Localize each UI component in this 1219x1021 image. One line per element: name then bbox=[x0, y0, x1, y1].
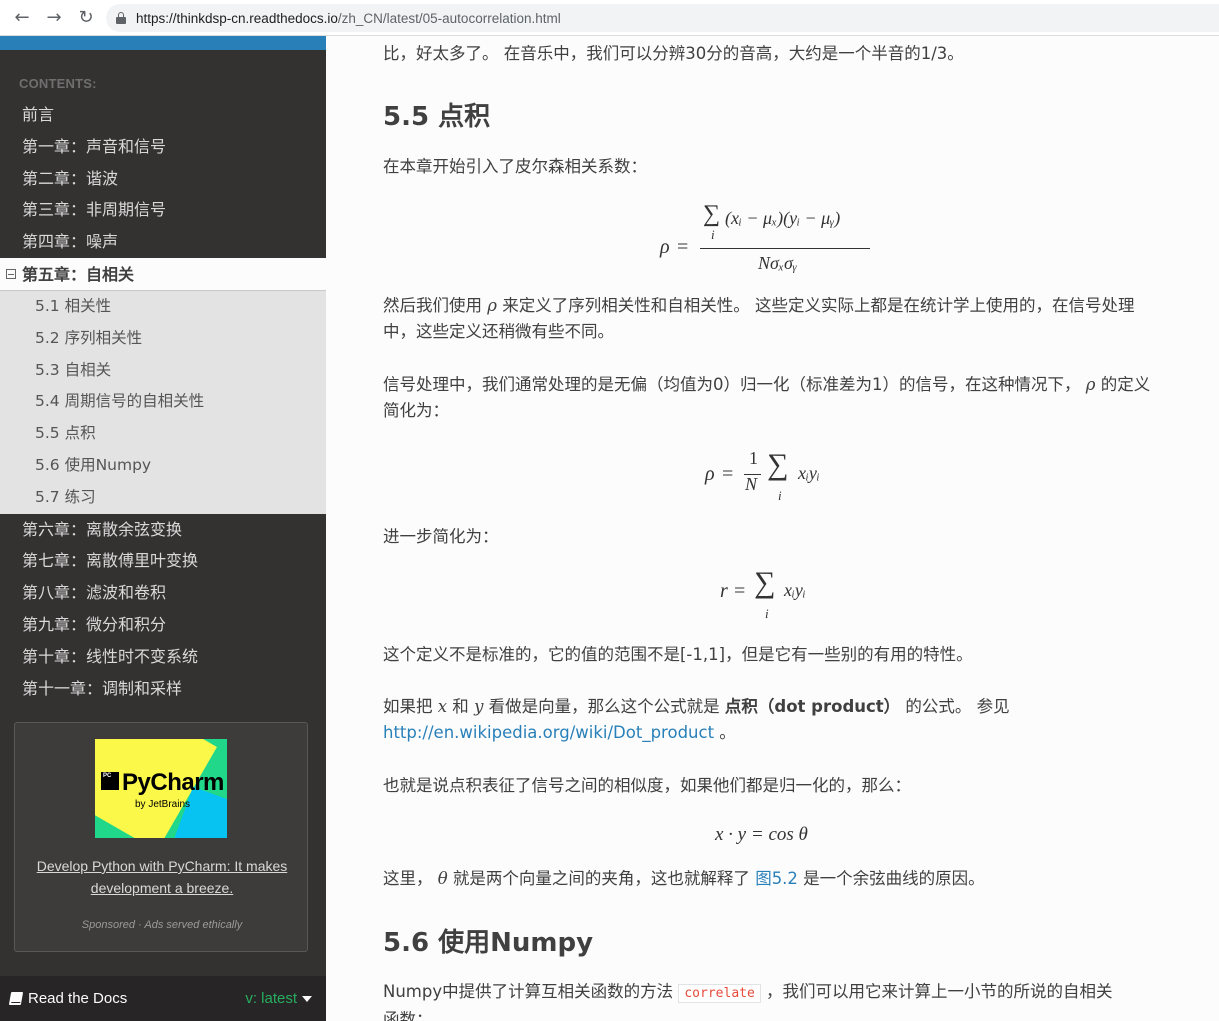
ad-note[interactable]: Sponsored · Ads served ethically bbox=[15, 919, 309, 931]
toc-item-ch7[interactable]: 第七章：离散傅里叶变换 bbox=[0, 545, 326, 577]
rtd-label: Read the Docs bbox=[8, 990, 128, 1007]
lock-icon bbox=[116, 12, 126, 24]
paragraph-numpy: Numpy中提供了计算互相关函数的方法 correlate ，我们可以用它来计算… bbox=[383, 982, 1113, 1021]
version-selector[interactable]: v: latest bbox=[245, 990, 312, 1007]
url-path: /zh_CN/latest/05-autocorrelation.html bbox=[337, 10, 561, 26]
subtoc-list: 5.1 相关性 5.2 序列相关性 5.3 自相关 5.4 周期信号的自相关性 … bbox=[0, 290, 326, 514]
eq3-term: xᵢyᵢ bbox=[784, 580, 806, 600]
address-bar[interactable]: https://thinkdsp-cn.readthedocs.io/zh_CN… bbox=[106, 4, 1219, 32]
subtoc-item-5-5[interactable]: 5.5 点积 bbox=[0, 418, 326, 450]
toc-item-ch2[interactable]: 第二章：谐波 bbox=[0, 163, 326, 195]
toc-item-ch4[interactable]: 第四章：噪声 bbox=[0, 226, 326, 258]
subtoc-item-5-4[interactable]: 5.4 周期信号的自相关性 bbox=[0, 386, 326, 418]
paragraph-similarity: 也就是说点积表征了信号之间的相似度，如果他们都是归一化的，那么： bbox=[383, 776, 911, 795]
equation-pearson: ρ = ∑ i (xᵢ − μₓ)(yᵢ − μᵧ) Nσₓσᵧ bbox=[660, 201, 920, 281]
pycharm-logo-sub: by JetBrains bbox=[135, 799, 191, 810]
heading-5-5: 5.5 点积 bbox=[383, 102, 491, 132]
toc-item-ch11[interactable]: 第十一章：调制和采样 bbox=[0, 673, 326, 705]
paragraph-signal-processing: 信号处理中，我们通常处理的是无偏（均值为0）归一化（标准差为1）的信号，在这种情… bbox=[383, 375, 1151, 420]
equation-simplified: r = ∑ i xᵢyᵢ bbox=[720, 566, 830, 631]
equation-cosine: x · y = cos θ bbox=[715, 824, 845, 854]
eq2-sigma-sub: i bbox=[778, 488, 782, 503]
back-icon[interactable]: ← bbox=[10, 6, 34, 30]
toc-item-ch3[interactable]: 第三章：非周期信号 bbox=[0, 194, 326, 226]
subtoc-item-5-6[interactable]: 5.6 使用Numpy bbox=[0, 450, 326, 482]
equation-normalized: ρ = 1 N ∑ i xᵢyᵢ bbox=[705, 446, 845, 516]
toc-list: 前言 第一章：声音和信号 第二章：谐波 第三章：非周期信号 第四章：噪声 第五章… bbox=[0, 99, 326, 704]
pycharm-ad-image[interactable]: PC PyCharm by JetBrains bbox=[95, 739, 227, 838]
toc-item-ch8[interactable]: 第八章：滤波和卷积 bbox=[0, 577, 326, 609]
rho-symbol-2: ρ bbox=[1085, 375, 1096, 394]
pycharm-logo-text: PyCharm bbox=[122, 769, 224, 796]
reload-icon[interactable]: ↻ bbox=[74, 6, 98, 30]
eq2-equals: = bbox=[722, 463, 734, 485]
eq1-sigma: ∑ bbox=[703, 201, 721, 227]
wikipedia-link[interactable]: http://en.wikipedia.org/wiki/Dot_product bbox=[383, 723, 714, 742]
eq2-lhs: ρ bbox=[705, 463, 715, 485]
rtd-version-bar[interactable]: Read the Docs v: latest bbox=[0, 976, 326, 1021]
eq2-frac-num: 1 bbox=[749, 448, 758, 468]
subtoc-item-5-2[interactable]: 5.2 序列相关性 bbox=[0, 323, 326, 355]
subtoc-item-5-7[interactable]: 5.7 练习 bbox=[0, 482, 326, 514]
toc-item-ch10[interactable]: 第十章：线性时不变系统 bbox=[0, 641, 326, 673]
eq2-term: xᵢyᵢ bbox=[798, 463, 820, 483]
rho-symbol: ρ bbox=[487, 296, 497, 315]
eq3-lhs: r bbox=[720, 580, 728, 602]
forward-icon[interactable]: → bbox=[42, 6, 66, 30]
paragraph-range: 这个定义不是标准的，它的值的范围不是[-1,1]，但是它有一些别的有用的特性。 bbox=[383, 645, 973, 664]
url-host: https://thinkdsp-cn.readthedocs.io bbox=[136, 10, 338, 26]
code-correlate: correlate bbox=[678, 984, 761, 1003]
pycharm-logo-icon: PC bbox=[101, 772, 119, 790]
eq1-equals: = bbox=[677, 236, 689, 258]
paragraph-definitions: 然后我们使用 ρ 来定义了序列相关性和自相关性。 这些定义实际上都是在统计学上使… bbox=[383, 296, 1135, 341]
eq4-text: x · y = cos θ bbox=[715, 824, 808, 845]
sidebar: CONTENTS: 前言 第一章：声音和信号 第二章：谐波 第三章：非周期信号 … bbox=[0, 36, 326, 1021]
paragraph-intro: 比，好太多了。 在音乐中，我们可以分辨30分的音高，大约是一个半音的1/3。 bbox=[383, 44, 964, 63]
eq1-lhs: ρ bbox=[660, 236, 670, 258]
eq2-sigma: ∑ bbox=[767, 448, 789, 481]
version-text: v: latest bbox=[245, 990, 297, 1007]
caret-down-icon bbox=[302, 995, 312, 1002]
toc-item-preface[interactable]: 前言 bbox=[0, 99, 326, 131]
heading-5-6: 5.6 使用Numpy bbox=[383, 928, 594, 958]
eq1-denominator: Nσₓσᵧ bbox=[758, 253, 798, 273]
browser-toolbar: ← → ↻ https://thinkdsp-cn.readthedocs.io… bbox=[0, 0, 1219, 36]
rtd-text: Read the Docs bbox=[28, 990, 128, 1007]
x-symbol: x bbox=[437, 697, 448, 716]
toc-caption: CONTENTS: bbox=[19, 76, 97, 91]
toc-item-ch6[interactable]: 第六章：离散余弦变换 bbox=[0, 514, 326, 546]
eq3-sigma-sub: i bbox=[765, 606, 769, 621]
subtoc-item-5-1[interactable]: 5.1 相关性 bbox=[0, 291, 326, 323]
subtoc-item-5-3[interactable]: 5.3 自相关 bbox=[0, 355, 326, 387]
paragraph-dot-product: 如果把 x 和 y 看做是向量，那么这个公式就是 点积（dot product）… bbox=[383, 697, 1010, 742]
toc-item-ch9[interactable]: 第九章：微分和积分 bbox=[0, 609, 326, 641]
eq3-sigma: ∑ bbox=[754, 566, 776, 599]
ad-link[interactable]: Develop Python with PyCharm: It makes de… bbox=[35, 855, 289, 899]
paragraph-further: 进一步简化为： bbox=[383, 527, 499, 546]
eq1-sigma-sub: i bbox=[711, 227, 715, 242]
dot-product-term: 点积（dot product） bbox=[724, 697, 901, 716]
paragraph-angle: 这里， θ 就是两个向量之间的夹角，这也就解释了 图5.2 是一个余弦曲线的原因… bbox=[383, 869, 985, 888]
paragraph-pearson: 在本章开始引入了皮尔森相关系数： bbox=[383, 157, 647, 176]
sponsor-ad: PC PyCharm by JetBrains Develop Python w… bbox=[14, 722, 308, 952]
book-icon bbox=[8, 992, 24, 1005]
theta-symbol: θ bbox=[437, 869, 448, 888]
eq3-equals: = bbox=[734, 580, 746, 602]
toc-current-label: 第五章：自相关 bbox=[22, 264, 135, 284]
eq2-frac-den: N bbox=[745, 474, 758, 494]
toc-item-ch5-current[interactable]: 第五章：自相关 bbox=[0, 257, 326, 291]
sidebar-header-strip bbox=[0, 36, 326, 50]
figure-5-2-link[interactable]: 图5.2 bbox=[755, 869, 798, 888]
y-symbol: y bbox=[474, 697, 484, 716]
main-content: 比，好太多了。 在音乐中，我们可以分辨30分的音高，大约是一个半音的1/3。 5… bbox=[326, 36, 1219, 1021]
collapse-icon[interactable] bbox=[6, 269, 16, 280]
toc-item-ch1[interactable]: 第一章：声音和信号 bbox=[0, 131, 326, 163]
eq1-numerator: (xᵢ − μₓ)(yᵢ − μᵧ) bbox=[725, 208, 841, 228]
